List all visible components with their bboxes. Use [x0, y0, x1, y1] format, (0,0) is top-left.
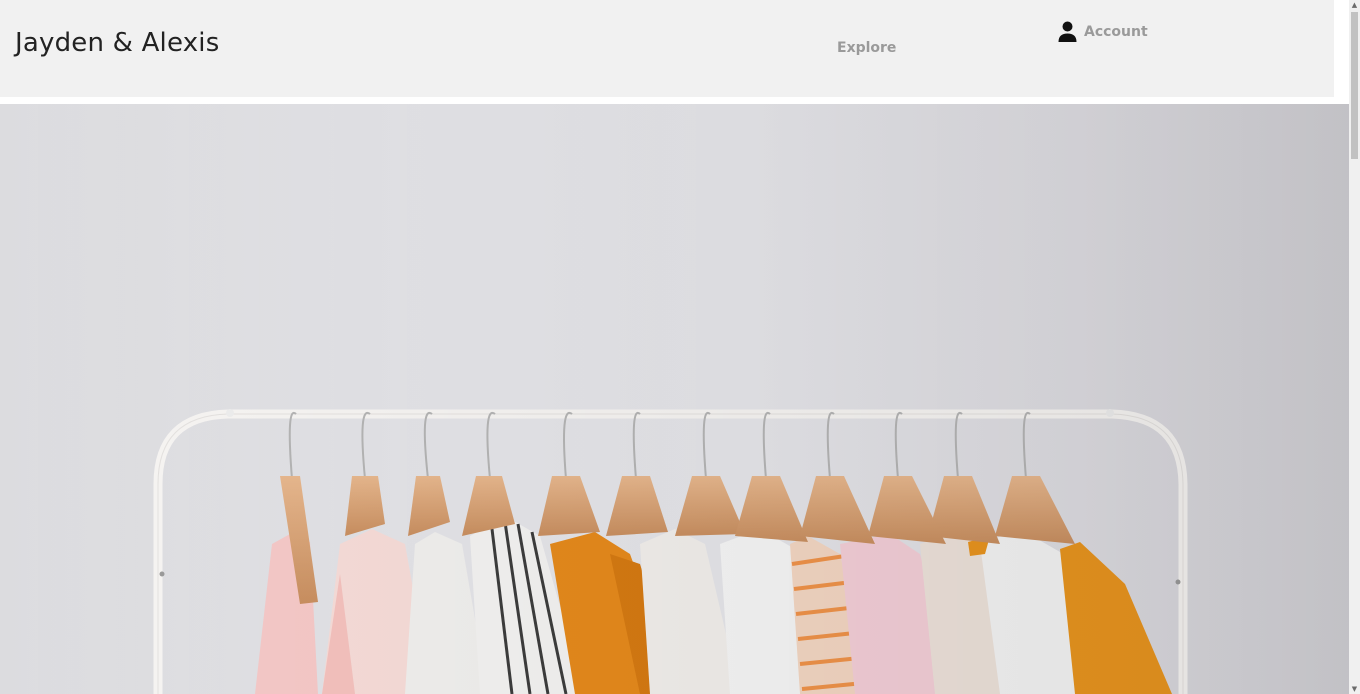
scroll-down-arrow-icon[interactable]: ▼: [1349, 684, 1360, 694]
brand-title[interactable]: Jayden & Alexis: [15, 28, 219, 58]
nav-explore-link[interactable]: Explore: [837, 40, 896, 56]
scroll-up-arrow-icon[interactable]: ▲: [1349, 0, 1360, 10]
page: Jayden & Alexis Explore Account ▲ ▼: [0, 0, 1360, 694]
nav-account-link[interactable]: Account: [1058, 20, 1148, 44]
clothing-rack-illustration: [0, 104, 1349, 694]
hero-image: [0, 104, 1349, 694]
site-header: Jayden & Alexis Explore Account: [0, 0, 1334, 97]
nav-account-label: Account: [1084, 24, 1148, 40]
scrollbar-thumb[interactable]: [1351, 12, 1358, 159]
user-icon: [1058, 21, 1077, 43]
page-scrollbar[interactable]: ▲ ▼: [1349, 0, 1360, 694]
